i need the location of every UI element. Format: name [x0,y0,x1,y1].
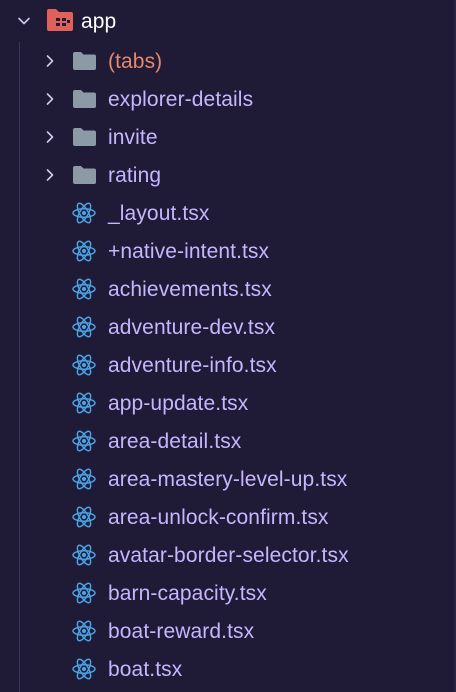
tree-item-label: adventure-dev.tsx [108,316,276,339]
file-explorer-tree: app (tabs) explorer-details invite ratin… [0,0,456,692]
react-icon [71,277,97,301]
tree-item-label: barn-capacity.tsx [108,582,267,605]
chevron-right-icon[interactable] [43,54,57,68]
folder-icon [72,127,97,147]
tree-item-label: rating [108,164,162,187]
chevron-right-icon[interactable] [43,168,57,182]
react-icon [71,657,97,681]
tree-item-file[interactable]: adventure-dev.tsx [0,308,454,346]
tree-item-label: avatar-border-selector.tsx [108,544,349,567]
react-icon [71,391,97,415]
tree-item-file[interactable]: app-update.tsx [0,384,454,422]
tree-item-file[interactable]: +native-intent.tsx [0,232,454,270]
tree-item-label: adventure-info.tsx [108,354,277,377]
tree-item-file[interactable]: boat.tsx [0,650,454,688]
tree-item-label: app-update.tsx [108,392,249,415]
chevron-right-icon[interactable] [43,130,57,144]
tree-item-file[interactable]: boat-reward.tsx [0,612,454,650]
chevron-right-icon[interactable] [43,92,57,106]
folder-icon [72,51,97,71]
tree-item-file[interactable]: avatar-border-selector.tsx [0,536,454,574]
tree-item-file[interactable]: _layout.tsx [0,194,454,232]
chevron-down-icon[interactable] [17,14,31,28]
tree-item-file[interactable]: barn-capacity.tsx [0,574,454,612]
react-icon [71,467,97,491]
tree-item-label: explorer-details [108,88,254,111]
tree-item-file[interactable]: area-mastery-level-up.tsx [0,460,454,498]
react-icon [71,429,97,453]
tree-item-label: (tabs) [108,50,163,73]
tree-item-label: area-unlock-confirm.tsx [108,506,329,529]
react-icon [71,239,97,263]
folder-app-open-icon [46,8,74,32]
tree-item-file[interactable]: area-detail.tsx [0,422,454,460]
tree-item-label: app [81,10,117,33]
tree-item-app-folder[interactable]: app [0,0,454,42]
tree-item-label: achievements.tsx [108,278,272,301]
react-icon [71,315,97,339]
tree-item-label: boat.tsx [108,658,183,681]
tree-item-label: area-mastery-level-up.tsx [108,468,348,491]
tree-item-folder-explorer-details[interactable]: explorer-details [0,80,454,118]
react-icon [71,619,97,643]
tree-item-folder-invite[interactable]: invite [0,118,454,156]
tree-item-label: invite [108,126,158,149]
tree-item-label: area-detail.tsx [108,430,242,453]
react-icon [71,543,97,567]
tree-item-file[interactable]: achievements.tsx [0,270,454,308]
folder-icon [72,165,97,185]
folder-icon [72,89,97,109]
tree-item-file[interactable]: adventure-info.tsx [0,346,454,384]
react-icon [71,581,97,605]
react-icon [71,505,97,529]
tree-item-folder-rating[interactable]: rating [0,156,454,194]
tree-item-folder-tabs[interactable]: (tabs) [0,42,454,80]
react-icon [71,201,97,225]
tree-item-label: +native-intent.tsx [108,240,270,263]
tree-item-file[interactable]: area-unlock-confirm.tsx [0,498,454,536]
tree-item-label: _layout.tsx [108,202,210,225]
tree-item-label: boat-reward.tsx [108,620,255,643]
react-icon [71,353,97,377]
